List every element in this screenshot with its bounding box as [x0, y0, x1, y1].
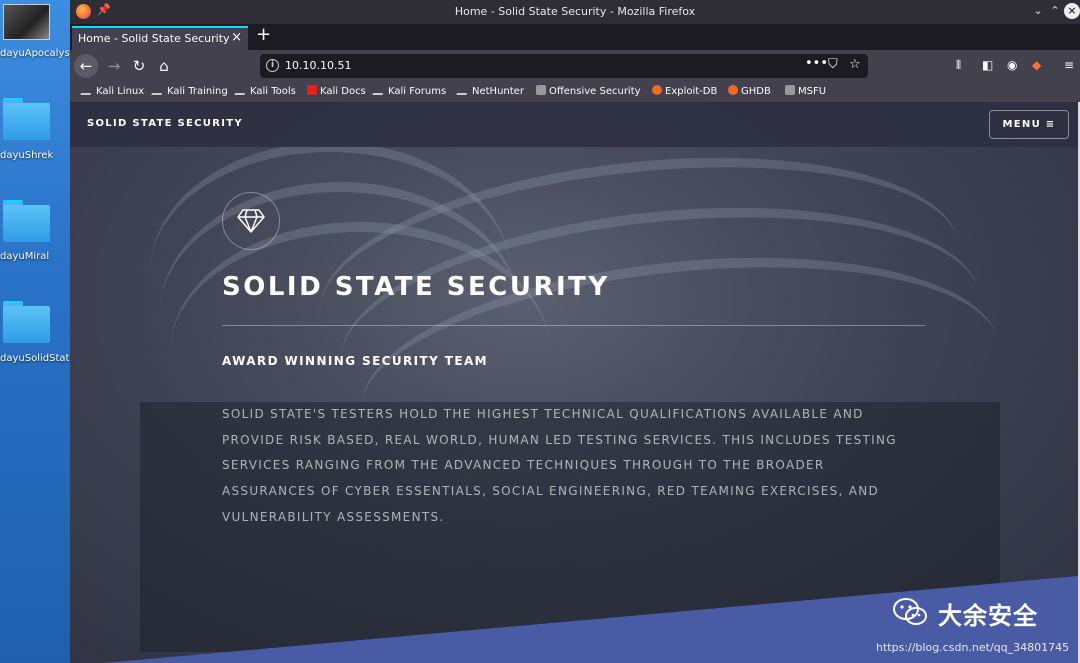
folder-icon: [3, 98, 50, 140]
tab-home[interactable]: Home - Solid State Security ×: [72, 26, 248, 50]
pocket-icon[interactable]: ⛉: [828, 57, 838, 72]
exploitdb-icon: [652, 85, 662, 95]
menu-button[interactable]: MENU ≡: [989, 110, 1069, 139]
new-tab-button[interactable]: +: [256, 24, 271, 45]
diamond-icon: [222, 192, 280, 250]
hero-subtitle: AWARD WINNING SECURITY TEAM: [222, 354, 488, 368]
reload-button[interactable]: ↻: [127, 54, 151, 78]
kali-dragon-icon: [151, 85, 167, 95]
extension-icon[interactable]: ◆: [1032, 58, 1041, 72]
bookmark-kali-linux[interactable]: Kali Linux: [80, 85, 144, 97]
forward-button[interactable]: →: [102, 54, 126, 78]
desktop-icon-label: dayuApocalyst: [0, 48, 74, 59]
kali-dragon-icon: [234, 85, 250, 95]
offsec-icon: [536, 85, 546, 95]
tab-close-button[interactable]: ×: [231, 30, 242, 45]
bookmark-kali-docs[interactable]: Kali Docs: [307, 85, 366, 97]
title-bar: 📌 Home - Solid State Security - Mozilla …: [70, 0, 1080, 24]
bookmark-nethunter[interactable]: NetHunter: [456, 85, 524, 97]
kali-dragon-icon: [80, 85, 96, 95]
watermark-text: 大余安全: [938, 602, 1038, 630]
bookmark-kali-tools[interactable]: Kali Tools: [234, 85, 296, 97]
desktop-icon-label: dayuShrek: [0, 150, 54, 161]
minimize-icon[interactable]: ⌄: [1030, 3, 1046, 19]
tab-bar: Home - Solid State Security × +: [70, 24, 1080, 50]
msfu-icon: [785, 85, 795, 95]
ghdb-icon: [728, 85, 738, 95]
kali-dragon-icon: [372, 85, 388, 95]
desktop-icon-label: dayuSolidState: [0, 353, 76, 364]
bookmark-kali-forums[interactable]: Kali Forums: [372, 85, 446, 97]
url-text[interactable]: 10.10.10.51: [285, 59, 351, 72]
page-actions-button[interactable]: •••: [805, 56, 828, 71]
thumbnail-icon: [3, 4, 50, 40]
folder-icon: [3, 200, 50, 242]
site-header: SOLID STATE SECURITY MENU ≡: [70, 102, 1078, 147]
url-bar[interactable]: i 10.10.10.51 ••• ⛉ ☆: [260, 54, 868, 78]
back-button[interactable]: ←: [74, 54, 98, 78]
watermark-url: https://blog.csdn.net/qq_34801745: [876, 641, 1070, 654]
navigation-toolbar: ← → ↻ ⌂ i 10.10.10.51 ••• ⛉ ☆ ⫴ ◧ ◉ ◆ ≡: [70, 50, 1080, 82]
bookmark-ghdb[interactable]: GHDB: [728, 85, 771, 97]
account-icon[interactable]: ◉: [1007, 58, 1017, 72]
bookmark-offensive-security[interactable]: Offensive Security: [536, 85, 641, 97]
bookmark-kali-training[interactable]: Kali Training: [151, 85, 228, 97]
firefox-window: 📌 Home - Solid State Security - Mozilla …: [70, 0, 1080, 663]
hero-title: SOLID STATE SECURITY: [222, 272, 610, 302]
kali-docs-icon: [307, 85, 317, 95]
close-window-button[interactable]: ×: [1064, 3, 1080, 19]
bookmarks-toolbar: Kali Linux Kali Training Kali Tools Kali…: [70, 82, 1080, 102]
bookmark-star-icon[interactable]: ☆: [849, 57, 861, 72]
bookmark-msfu[interactable]: MSFU: [785, 85, 826, 97]
maximize-icon[interactable]: ⌃: [1047, 3, 1063, 19]
library-icon[interactable]: ⫴: [956, 58, 961, 73]
site-brand[interactable]: SOLID STATE SECURITY: [87, 118, 243, 129]
window-title: Home - Solid State Security - Mozilla Fi…: [454, 5, 696, 18]
sidebar-icon[interactable]: ◧: [982, 58, 993, 72]
home-button[interactable]: ⌂: [152, 54, 176, 78]
bookmark-exploit-db[interactable]: Exploit-DB: [652, 85, 717, 97]
info-icon[interactable]: i: [266, 59, 279, 72]
desktop: dayuApocalyst dayuShrek dayuMiral dayuSo…: [0, 0, 76, 663]
hamburger-menu-icon[interactable]: ≡: [1064, 58, 1074, 72]
tab-title: Home - Solid State Security: [78, 32, 230, 45]
desktop-icon-label: dayuMiral: [0, 251, 50, 262]
nethunter-icon: [456, 85, 472, 95]
hero-description: Solid State's testers hold the highest t…: [222, 407, 897, 524]
divider: [222, 325, 925, 326]
wechat-icon: [893, 598, 927, 625]
folder-icon: [3, 301, 50, 343]
web-page: SOLID STATE SECURITY MENU ≡ SOLID STATE …: [70, 102, 1078, 663]
